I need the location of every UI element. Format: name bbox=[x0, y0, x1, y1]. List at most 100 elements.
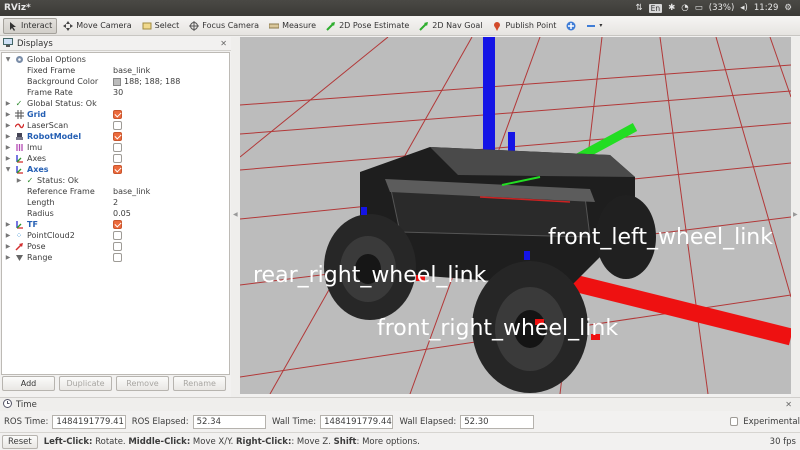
tree-row-laserscan[interactable]: ▶ LaserScan bbox=[2, 120, 229, 131]
tree-row-global-options[interactable]: ▼ Global Options bbox=[2, 54, 229, 65]
color-swatch[interactable] bbox=[113, 77, 121, 86]
keyboard-language[interactable]: En bbox=[648, 3, 663, 13]
clock[interactable]: 11:29 bbox=[754, 3, 779, 13]
tree-row-length[interactable]: Length 2 bbox=[2, 197, 229, 208]
length-value[interactable]: 2 bbox=[113, 198, 118, 207]
move-icon bbox=[63, 20, 74, 31]
collapse-left-icon[interactable]: ◀ bbox=[233, 211, 238, 218]
tree-row-pose[interactable]: ▶ Pose bbox=[2, 241, 229, 252]
tree-row-grid[interactable]: ▶ Grid bbox=[2, 109, 229, 120]
tree-row-range[interactable]: ▶ Range bbox=[2, 252, 229, 263]
middle-click-key: Middle-Click: bbox=[128, 436, 191, 447]
imu-checkbox[interactable] bbox=[113, 143, 122, 152]
expand-arrow-icon[interactable]: ▶ bbox=[4, 155, 12, 162]
tf-marker bbox=[361, 207, 367, 215]
tree-row-pointcloud2[interactable]: ▶ ⁘ PointCloud2 bbox=[2, 230, 229, 241]
axes-2-checkbox[interactable] bbox=[113, 165, 122, 174]
collapse-right-icon[interactable]: ▶ bbox=[793, 211, 798, 218]
wall-elapsed-field[interactable]: 52.30 bbox=[460, 414, 534, 429]
move-camera-tool-button[interactable]: Move Camera bbox=[59, 18, 135, 34]
tree-row-axes[interactable]: ▶ Axes bbox=[2, 153, 229, 164]
expand-arrow-icon[interactable]: ▶ bbox=[4, 100, 12, 107]
pointcloud-icon: ⁘ bbox=[15, 231, 23, 240]
axes-checkbox[interactable] bbox=[113, 154, 122, 163]
tree-row-global-status[interactable]: ▶ ✓ Global Status: Ok bbox=[2, 98, 229, 109]
background-color-text: 188; 188; 188 bbox=[124, 77, 181, 86]
frame-rate-value[interactable]: 30 bbox=[113, 88, 123, 97]
pointcloud2-checkbox[interactable] bbox=[113, 231, 122, 240]
fixed-frame-value[interactable]: base_link bbox=[113, 66, 150, 75]
add-button[interactable]: Add bbox=[2, 376, 55, 391]
volume-icon[interactable]: ◂) bbox=[740, 3, 748, 13]
wifi-icon[interactable]: ◔ bbox=[681, 3, 688, 13]
tree-row-fixed-frame[interactable]: Fixed Frame base_link bbox=[2, 65, 229, 76]
tree-row-reference-frame[interactable]: Reference Frame base_link bbox=[2, 186, 229, 197]
tree-row-background-color[interactable]: Background Color 188; 188; 188 bbox=[2, 76, 229, 87]
displays-tree[interactable]: ▼ Global Options Fixed Frame base_link B… bbox=[1, 52, 230, 375]
render-view[interactable]: rear_right_wheel_link front_right_wheel_… bbox=[240, 37, 791, 394]
tree-row-frame-rate[interactable]: Frame Rate 30 bbox=[2, 87, 229, 98]
close-icon[interactable]: ✕ bbox=[785, 400, 792, 409]
robotmodel-checkbox[interactable] bbox=[113, 132, 122, 141]
tree-row-radius[interactable]: Radius 0.05 bbox=[2, 208, 229, 219]
row-name: Background Color bbox=[27, 77, 99, 86]
tree-row-imu[interactable]: ▶ Imu bbox=[2, 142, 229, 153]
select-tool-button[interactable]: Select bbox=[138, 18, 184, 34]
add-tool-button[interactable] bbox=[562, 18, 580, 34]
publish-point-tool-button[interactable]: Publish Point bbox=[488, 18, 560, 34]
battery-level: (33%) bbox=[708, 3, 735, 13]
measure-tool-button[interactable]: Measure bbox=[265, 18, 320, 34]
left-splitter[interactable]: ◀ bbox=[231, 37, 240, 397]
close-icon[interactable]: ✕ bbox=[220, 39, 227, 48]
grid-checkbox[interactable] bbox=[113, 110, 122, 119]
tree-row-axes-2[interactable]: ▼ Axes bbox=[2, 164, 229, 175]
expand-arrow-icon[interactable]: ▶ bbox=[4, 221, 12, 228]
scene-3d[interactable]: rear_right_wheel_link front_right_wheel_… bbox=[240, 37, 791, 394]
remove-tool-button[interactable]: ▾ bbox=[582, 18, 606, 34]
check-icon: ✓ bbox=[26, 176, 34, 185]
experimental-checkbox[interactable] bbox=[729, 417, 739, 426]
axes-icon bbox=[14, 165, 24, 175]
tree-row-robotmodel[interactable]: ▶ RobotModel bbox=[2, 131, 229, 142]
tree-row-tf[interactable]: ▶ TF bbox=[2, 219, 229, 230]
radius-value[interactable]: 0.05 bbox=[113, 209, 131, 218]
rename-button[interactable]: Rename bbox=[173, 376, 226, 391]
expand-arrow-icon[interactable]: ▶ bbox=[4, 111, 12, 118]
pose-checkbox[interactable] bbox=[113, 242, 122, 251]
publish-point-label: Publish Point bbox=[505, 21, 557, 30]
expand-arrow-icon[interactable]: ▶ bbox=[4, 243, 12, 250]
expand-arrow-icon[interactable]: ▼ bbox=[4, 56, 12, 63]
wall-elapsed-label: Wall Elapsed: bbox=[399, 416, 457, 427]
background-color-value[interactable]: 188; 188; 188 bbox=[113, 77, 180, 86]
expand-arrow-icon[interactable]: ▼ bbox=[4, 166, 12, 173]
reset-button[interactable]: Reset bbox=[2, 434, 38, 449]
expand-arrow-icon[interactable]: ▶ bbox=[4, 122, 12, 129]
settings-icon[interactable]: ⚙ bbox=[784, 3, 792, 13]
displays-title: Displays bbox=[17, 38, 53, 49]
expand-arrow-icon[interactable]: ▶ bbox=[15, 177, 23, 184]
network-icon[interactable]: ⇅ bbox=[636, 3, 643, 13]
range-checkbox[interactable] bbox=[113, 253, 122, 262]
ros-elapsed-field[interactable]: 52.34 bbox=[192, 414, 266, 429]
bluetooth-icon[interactable]: ✱ bbox=[668, 3, 675, 13]
expand-arrow-icon[interactable]: ▶ bbox=[4, 254, 12, 261]
tree-row-axes-status[interactable]: ▶ ✓ Status: Ok bbox=[2, 175, 229, 186]
robot-icon bbox=[14, 132, 24, 142]
expand-arrow-icon[interactable]: ▶ bbox=[4, 232, 12, 239]
interact-tool-button[interactable]: Interact bbox=[3, 17, 58, 34]
wall-time-field[interactable]: 1484191779.44 bbox=[320, 414, 394, 429]
reference-frame-value[interactable]: base_link bbox=[113, 187, 150, 196]
row-name: PointCloud2 bbox=[27, 231, 75, 240]
right-splitter[interactable]: ▶ bbox=[791, 37, 800, 397]
laserscan-checkbox[interactable] bbox=[113, 121, 122, 130]
battery-icon[interactable]: ▭ bbox=[695, 3, 703, 13]
expand-arrow-icon[interactable]: ▶ bbox=[4, 144, 12, 151]
duplicate-button[interactable]: Duplicate bbox=[59, 376, 112, 391]
ros-time-field[interactable]: 1484191779.41 bbox=[52, 414, 126, 429]
pose-estimate-tool-button[interactable]: 2D Pose Estimate bbox=[322, 18, 413, 34]
expand-arrow-icon[interactable]: ▶ bbox=[4, 133, 12, 140]
remove-button[interactable]: Remove bbox=[116, 376, 169, 391]
focus-camera-tool-button[interactable]: Focus Camera bbox=[185, 18, 263, 34]
tf-checkbox[interactable] bbox=[113, 220, 122, 229]
nav-goal-tool-button[interactable]: 2D Nav Goal bbox=[415, 18, 486, 34]
